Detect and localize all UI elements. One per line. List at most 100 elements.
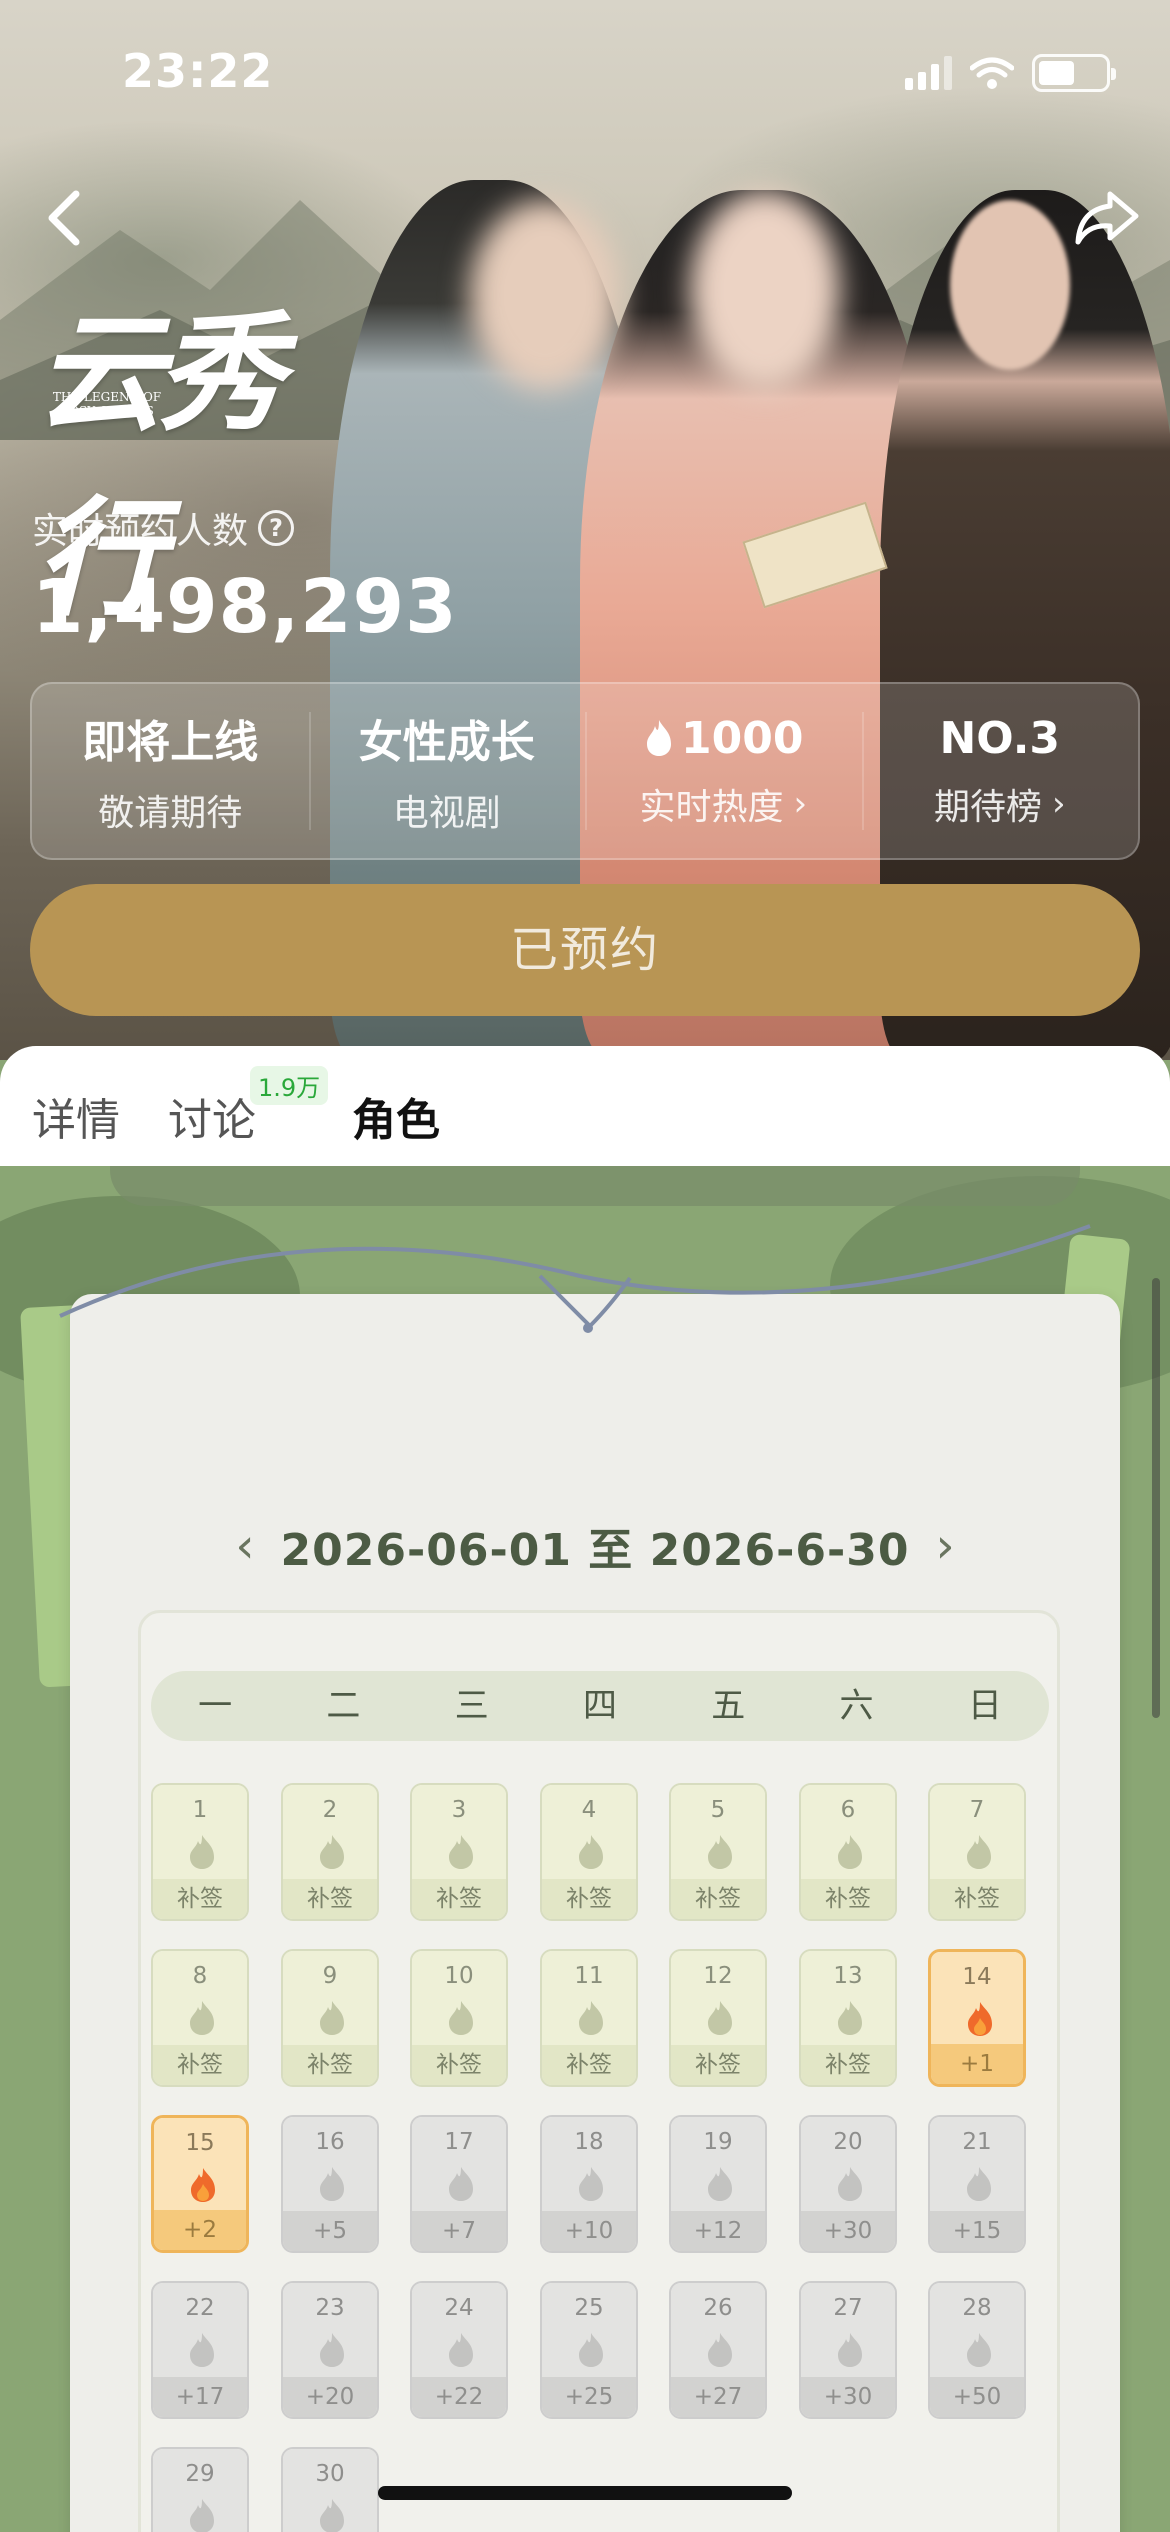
calendar-day-28[interactable]: 28 +50 [928,2281,1026,2419]
day-cell-top: 4 [542,1785,636,1883]
calendar-day-8[interactable]: 8 补签 [151,1949,249,2087]
reserve-label: 实时预约人数 ? [32,502,295,554]
day-number: 28 [962,2295,992,2321]
scrollbar[interactable] [1152,1278,1160,1718]
flame-icon [838,2167,862,2201]
back-button[interactable] [38,186,94,250]
calendar-day-20[interactable]: 20 +30 [799,2115,897,2253]
day-cell-top: 11 [542,1951,636,2049]
calendar-day-19[interactable]: 19 +12 [669,2115,767,2253]
status-icons [905,54,1116,92]
day-reward-label: 补签 [283,1879,377,1919]
calendar-day-24[interactable]: 24 +22 [410,2281,508,2419]
signal-icon [905,56,952,90]
checkin-section: ‹ 2026-06-01 至 2026-6-30 › 一 二 三 四 五 六 日… [0,1166,1170,2532]
calendar-day-23[interactable]: 23 +20 [281,2281,379,2419]
share-button[interactable] [1072,186,1142,250]
flame-icon [838,2001,862,2035]
day-number: 16 [315,2129,345,2155]
calendar-day-1[interactable]: 1 补签 [151,1783,249,1921]
day-cell-top: 12 [671,1951,765,2049]
calendar-day-27[interactable]: 27 +30 [799,2281,897,2419]
day-cell-top: 14 [931,1952,1023,2050]
calendar-day-14[interactable]: 14 +1 [928,1949,1026,2087]
decor-string [59,1224,1091,1333]
day-number: 5 [710,1797,726,1823]
calendar-day-16[interactable]: 16 +5 [281,2115,379,2253]
day-cell-top: 26 [671,2283,765,2381]
day-cell-top: 18 [542,2117,636,2215]
day-number: 1 [192,1797,208,1823]
help-icon[interactable]: ? [258,510,295,546]
calendar-day-21[interactable]: 21 +15 [928,2115,1026,2253]
calendar-day-15[interactable]: 15 +2 [151,2115,249,2253]
stat-rank[interactable]: NO.3 期待榜 › [861,684,1139,858]
day-number: 2 [322,1797,338,1823]
blurred-face [470,200,620,390]
flame-icon [838,2333,862,2367]
calendar-day-12[interactable]: 12 补签 [669,1949,767,2087]
home-indicator [378,2486,792,2500]
flame-icon [647,720,672,756]
stat-main: 1000 [643,713,803,764]
calendar-day-18[interactable]: 18 +10 [540,2115,638,2253]
calendar-day-26[interactable]: 26 +27 [669,2281,767,2419]
calendar-day-25[interactable]: 25 +25 [540,2281,638,2419]
flame-icon [190,1835,214,1869]
chevron-right-icon: › [1051,783,1066,824]
stats-panel: 即将上线 敬请期待 女性成长 电视剧 1000 实时热度 › NO.3 期待榜 … [30,682,1140,860]
tab-discuss[interactable]: 讨论 [168,1084,256,1148]
chevron-left-icon [48,190,80,246]
reserve-count: 1,498,293 [32,564,458,650]
day-number: 22 [185,2295,215,2321]
day-cell-top: 24 [412,2283,506,2381]
stat-main: 即将上线 [82,717,259,768]
next-month-button[interactable]: › [935,1518,954,1574]
calendar-day-2[interactable]: 2 补签 [281,1783,379,1921]
day-cell-top: 2 [283,1785,377,1883]
flame-icon [968,2002,992,2036]
day-cell-top: 28 [930,2283,1024,2381]
tab-details[interactable]: 详情 [32,1084,120,1148]
calendar-day-6[interactable]: 6 补签 [799,1783,897,1921]
calendar-day-29[interactable]: 29+32 [151,2447,249,2532]
stat-sub: 期待榜 › [934,778,1066,830]
day-cell-top: 29 [153,2449,247,2532]
calendar-day-22[interactable]: 22 +17 [151,2281,249,2419]
weekday-label: 一 [198,1686,233,1726]
calendar-day-3[interactable]: 3 补签 [410,1783,508,1921]
day-reward-label: +12 [671,2211,765,2251]
flame-icon [708,2333,732,2367]
calendar-day-17[interactable]: 17 +7 [410,2115,508,2253]
tab-roles[interactable]: 角色 [352,1084,440,1148]
weekday-label: 四 [582,1686,617,1726]
day-number: 10 [444,1963,474,1989]
day-cell-top: 21 [930,2117,1024,2215]
calendar-day-4[interactable]: 4 补签 [540,1783,638,1921]
reserve-label-text: 实时预约人数 [32,511,249,552]
flame-icon [449,1835,473,1869]
day-cell-top: 25 [542,2283,636,2381]
calendar-day-10[interactable]: 10 补签 [410,1949,508,2087]
day-cell-top: 23 [283,2283,377,2381]
tab-bar: 详情 讨论 1.9万 角色 [0,1046,1170,1166]
day-cell-top: 30 [283,2449,377,2532]
day-reward-label: 补签 [153,1879,247,1919]
calendar-day-5[interactable]: 5 补签 [669,1783,767,1921]
flame-icon [190,2001,214,2035]
day-cell-top: 8 [153,1951,247,2049]
day-number: 19 [703,2129,733,2155]
prev-month-button[interactable]: ‹ [235,1518,254,1574]
day-reward-label: 补签 [412,1879,506,1919]
stat-heat[interactable]: 1000 实时热度 › [585,684,862,858]
calendar-day-13[interactable]: 13 补签 [799,1949,897,2087]
calendar-day-7[interactable]: 7 补签 [928,1783,1026,1921]
day-cell-top: 27 [801,2283,895,2381]
rank-label: 期待榜 [933,786,1042,828]
flame-icon [967,2333,991,2367]
calendar-day-9[interactable]: 9 补签 [281,1949,379,2087]
calendar-day-30[interactable]: 30+35 [281,2447,379,2532]
calendar-day-11[interactable]: 11 补签 [540,1949,638,2087]
reserved-button[interactable]: 已预约 [30,884,1140,1016]
day-reward-label: 补签 [930,1879,1024,1919]
